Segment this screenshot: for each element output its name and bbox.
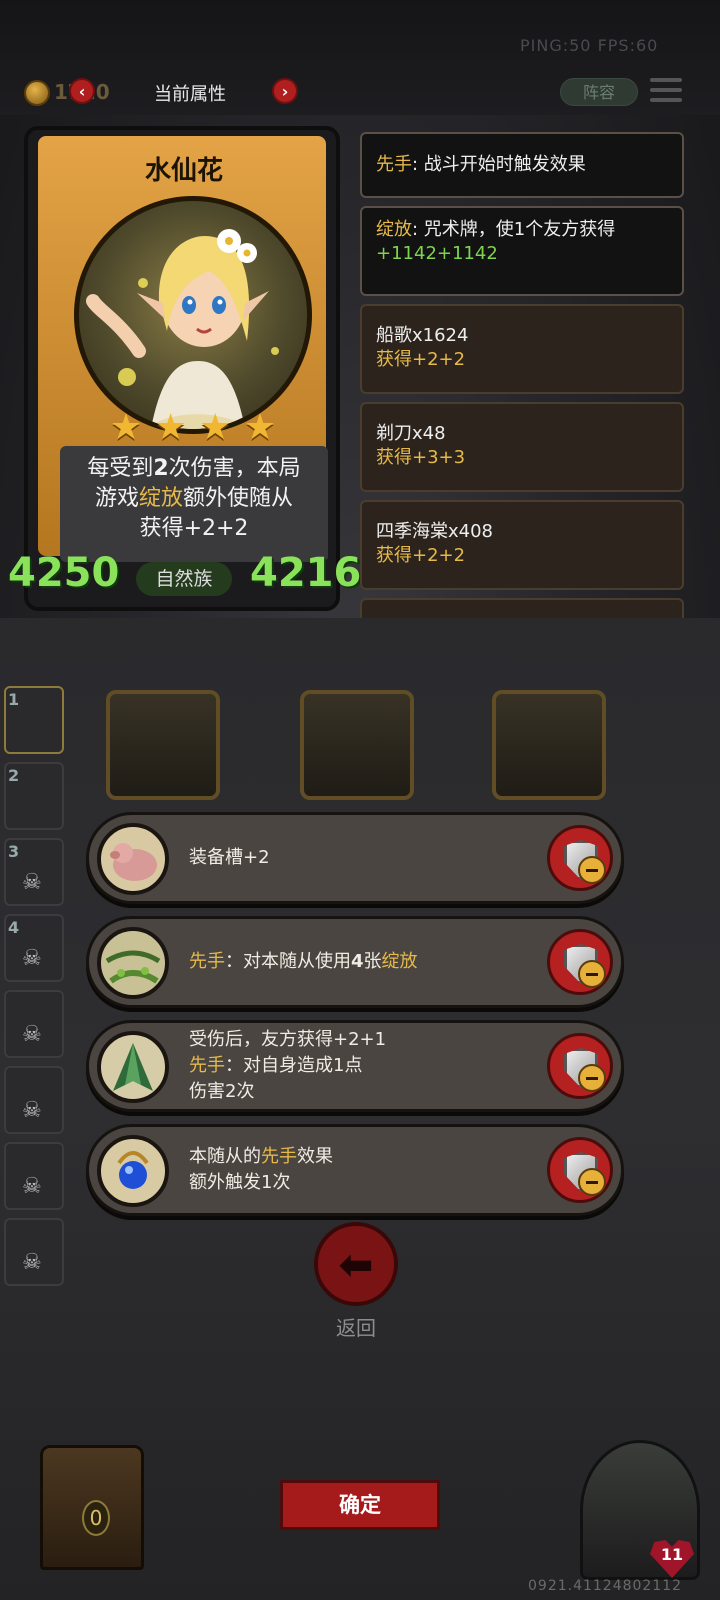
- star-rating: ★ ★ ★ ★: [108, 410, 278, 446]
- arrow-left-icon: ⬅: [338, 1239, 374, 1289]
- equipment-row: 受伤后，友方获得+2+1 先手：对自身造成1点 伤害2次: [86, 1020, 624, 1112]
- effect-item: 剃刀x48 获得+3+3: [360, 402, 684, 492]
- sidebar-slot[interactable]: ☠: [4, 1066, 64, 1134]
- skull-icon: ☠: [22, 1250, 42, 1275]
- minus-icon: [578, 1168, 606, 1196]
- sidebar-slot[interactable]: 2: [4, 762, 64, 830]
- sidebar-slot[interactable]: 1: [4, 686, 64, 754]
- page-title: 当前属性: [154, 84, 226, 105]
- skull-icon: ☠: [22, 1098, 42, 1123]
- chest-count-badge: 0: [82, 1500, 110, 1536]
- confirm-button[interactable]: 确定: [280, 1480, 440, 1530]
- effect-item: 四季海棠x408 获得+2+2: [360, 500, 684, 590]
- hero-card: 水仙花 ★ ★ ★ ★ 每受到2次伤害，本局 游戏绽放额外使随从 获得+2+2 …: [8, 126, 361, 611]
- skull-icon: ☠: [22, 946, 42, 971]
- card-description: 每受到2次伤害，本局 游戏绽放额外使随从 获得+2+2: [60, 446, 328, 562]
- board-minion[interactable]: [300, 690, 414, 800]
- lineup-button[interactable]: 阵容: [560, 78, 638, 106]
- sidebar-slot[interactable]: 4 ☠: [4, 914, 64, 982]
- equipment-description: 装备槽+2: [189, 847, 270, 868]
- equipment-row: 装备槽+2: [86, 812, 624, 904]
- ping-fps-readout: PING:50 FPS:60: [520, 36, 659, 55]
- remove-equipment-button[interactable]: [547, 929, 613, 995]
- cloak-equipment-icon: [97, 1031, 169, 1103]
- equipment-row: 先手：对本随从使用4张绽放: [86, 916, 624, 1008]
- next-attribute-button[interactable]: ›: [272, 78, 298, 104]
- equipment-row: 本随从的先手效果 额外触发1次: [86, 1124, 624, 1216]
- sidebar-slot[interactable]: ☠: [4, 990, 64, 1058]
- hero-portrait-image: [74, 196, 312, 434]
- skull-icon: ☠: [22, 1022, 42, 1047]
- hero-health: 11: [660, 1545, 684, 1564]
- skull-icon: ☠: [22, 1174, 42, 1199]
- chevron-right-icon: ›: [281, 81, 289, 101]
- effect-item: 先手: 战斗开始时触发效果: [360, 132, 684, 198]
- equipment-description: 受伤后，友方获得+2+1 先手：对自身造成1点 伤害2次: [189, 1029, 387, 1102]
- vine-equipment-icon: [97, 927, 169, 999]
- star-icon: ★: [109, 407, 143, 448]
- skull-icon: ☠: [22, 870, 42, 895]
- session-id: 0921.41124802112: [528, 1578, 683, 1594]
- pig-equipment-icon: [97, 823, 169, 895]
- back-button[interactable]: ⬅: [314, 1222, 398, 1306]
- remove-equipment-button[interactable]: [547, 1137, 613, 1203]
- remove-equipment-button[interactable]: [547, 825, 613, 891]
- effect-item: [360, 598, 684, 618]
- health-stat: 4216: [250, 550, 362, 596]
- chevron-left-icon: ‹: [78, 81, 86, 101]
- sidebar-slot[interactable]: ☠: [4, 1218, 64, 1286]
- effect-item: 绽放: 咒术牌，使1个友方获得 +1142+1142: [360, 206, 684, 296]
- back-label: 返回: [336, 1316, 376, 1340]
- tribe-label: 自然族: [136, 562, 232, 596]
- sidebar-slot[interactable]: 3 ☠: [4, 838, 64, 906]
- prev-attribute-button[interactable]: ‹: [69, 78, 95, 104]
- equipment-description: 先手：对本随从使用4张绽放: [189, 951, 418, 972]
- card-name: 水仙花: [144, 156, 223, 186]
- star-icon: ★: [199, 407, 232, 448]
- effect-list[interactable]: 先手: 战斗开始时触发效果 绽放: 咒术牌，使1个友方获得 +1142+1142…: [360, 130, 690, 618]
- sidebar-slot[interactable]: ☠: [4, 1142, 64, 1210]
- attack-stat: 4250: [8, 550, 120, 596]
- minus-icon: [578, 1064, 606, 1092]
- effect-item: 船歌x1624 获得+2+2: [360, 304, 684, 394]
- minus-icon: [578, 960, 606, 988]
- board-minion[interactable]: [106, 690, 220, 800]
- board-minion[interactable]: [492, 690, 606, 800]
- star-icon: ★: [243, 407, 277, 448]
- equipment-description: 本随从的先手效果 额外触发1次: [189, 1146, 333, 1193]
- card-frame: 水仙花 ★ ★ ★ ★ 每受到2次伤害，本局 游戏绽放额外使随从 获得+2+2: [38, 136, 328, 562]
- minus-icon: [578, 856, 606, 884]
- remove-equipment-button[interactable]: [547, 1033, 613, 1099]
- star-icon: ★: [154, 407, 187, 448]
- menu-icon[interactable]: [650, 78, 682, 106]
- orb-equipment-icon: [97, 1135, 169, 1207]
- coin-icon: [24, 80, 50, 106]
